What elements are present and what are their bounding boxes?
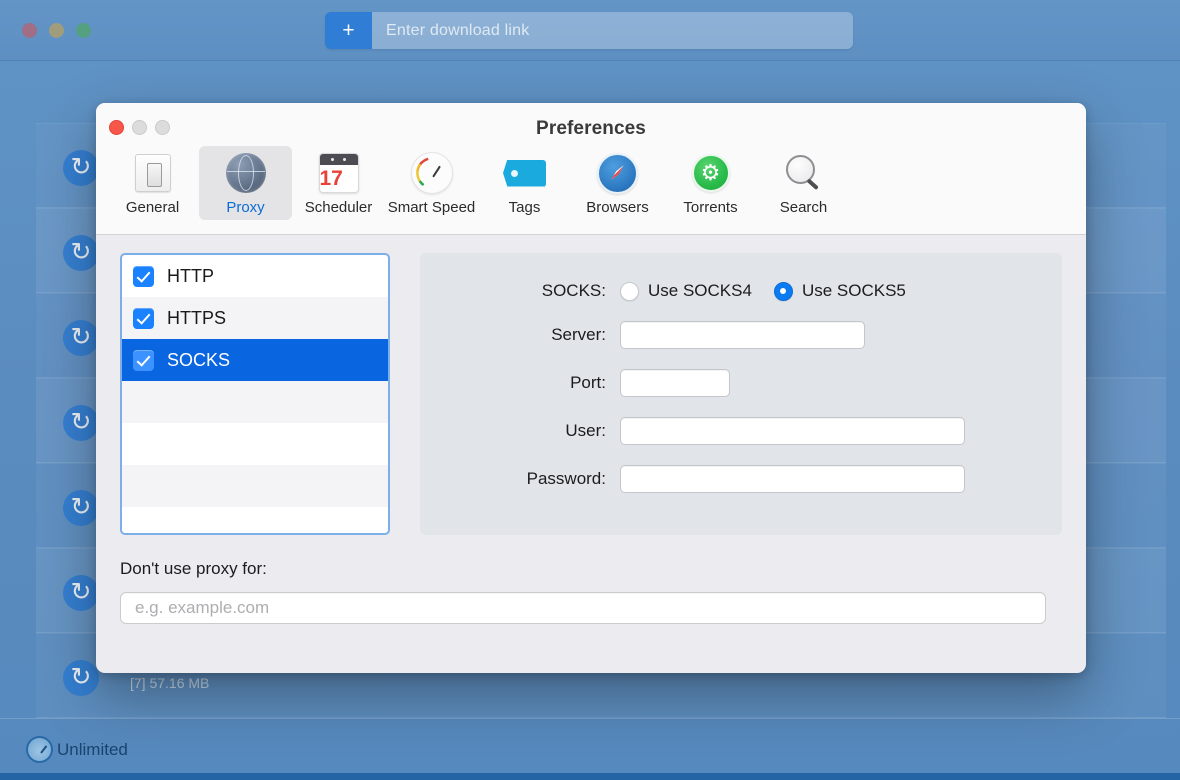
socks-version-row: SOCKS: Use SOCKS4 Use SOCKS5 [420, 281, 1032, 301]
radio-icon-selected[interactable] [774, 282, 793, 301]
tab-label: Browsers [586, 199, 649, 216]
socks-label: SOCKS: [420, 281, 620, 301]
radio-socks4[interactable]: Use SOCKS4 [620, 281, 752, 301]
restart-icon[interactable] [63, 150, 99, 186]
list-item-label: HTTPS [167, 308, 226, 329]
restart-icon[interactable] [63, 405, 99, 441]
checkbox-icon[interactable] [133, 350, 154, 371]
zoom-icon[interactable] [76, 23, 91, 38]
download-link-input[interactable]: Enter download link [372, 12, 853, 49]
tab-label: Torrents [683, 199, 737, 216]
restart-icon[interactable] [63, 320, 99, 356]
preferences-body: HTTP HTTPS SOCKS SOCKS: [96, 235, 1086, 673]
tab-search[interactable]: Search [757, 146, 850, 220]
tab-smart-speed[interactable]: Smart Speed [385, 146, 478, 220]
list-item-label: SOCKS [167, 350, 230, 371]
proxy-type-list[interactable]: HTTP HTTPS SOCKS [120, 253, 390, 535]
tab-torrents[interactable]: Torrents [664, 146, 757, 220]
socks-version-radio-group[interactable]: Use SOCKS4 Use SOCKS5 [620, 281, 906, 301]
app-titlebar: + Enter download link [0, 0, 1180, 61]
list-item[interactable]: HTTP [122, 255, 388, 297]
bypass-input[interactable]: e.g. example.com [120, 592, 1046, 624]
proxy-settings-panel: SOCKS: Use SOCKS4 Use SOCKS5 Server: [420, 253, 1062, 535]
checkbox-icon[interactable] [133, 266, 154, 287]
globe-icon [223, 151, 269, 195]
user-row: User: [420, 417, 1032, 445]
user-label: User: [420, 421, 620, 441]
tab-browsers[interactable]: Browsers [571, 146, 664, 220]
bypass-label: Don't use proxy for: [120, 559, 1062, 579]
app-statusbar: Unlimited [0, 718, 1180, 780]
list-item-empty [122, 381, 388, 423]
list-item-label: HTTP [167, 266, 214, 287]
plus-icon[interactable]: + [325, 12, 372, 49]
speedometer-icon[interactable] [26, 736, 53, 763]
tab-label: Scheduler [305, 199, 373, 216]
tab-tags[interactable]: Tags [478, 146, 571, 220]
port-row: Port: [420, 369, 1032, 397]
magnifier-icon [781, 151, 827, 195]
tag-icon [502, 151, 548, 195]
download-link-bar[interactable]: + Enter download link [325, 12, 853, 49]
restart-icon[interactable] [63, 490, 99, 526]
list-item-empty [122, 507, 388, 535]
port-input[interactable] [620, 369, 730, 397]
switch-icon [130, 151, 176, 195]
preferences-header: Preferences General Proxy 17 [96, 103, 1086, 235]
radio-label: Use SOCKS5 [802, 281, 906, 301]
tab-scheduler[interactable]: 17 Scheduler [292, 146, 385, 220]
tab-label: General [126, 199, 179, 216]
radio-socks5[interactable]: Use SOCKS5 [774, 281, 906, 301]
restart-icon[interactable] [63, 660, 99, 696]
server-label: Server: [420, 325, 620, 345]
password-label: Password: [420, 469, 620, 489]
gauge-icon [409, 151, 455, 195]
password-row: Password: [420, 465, 1032, 493]
list-item-empty [122, 423, 388, 465]
user-input[interactable] [620, 417, 965, 445]
server-input[interactable] [620, 321, 865, 349]
password-input[interactable] [620, 465, 965, 493]
app-traffic-lights[interactable] [22, 23, 91, 38]
radio-icon[interactable] [620, 282, 639, 301]
preferences-dialog: Preferences General Proxy 17 [96, 103, 1086, 673]
download-size-label: [7] 57.16 MB [130, 675, 209, 691]
green-gear-icon [688, 151, 734, 195]
bypass-section: Don't use proxy for: e.g. example.com [120, 559, 1062, 624]
tab-label: Search [780, 199, 828, 216]
dialog-title: Preferences [96, 118, 1086, 140]
speed-limit-label[interactable]: Unlimited [57, 740, 128, 760]
restart-icon[interactable] [63, 235, 99, 271]
preferences-toolbar: General Proxy 17 Scheduler [106, 146, 850, 220]
window-bottom-strip [0, 773, 1180, 780]
restart-icon[interactable] [63, 575, 99, 611]
radio-label: Use SOCKS4 [648, 281, 752, 301]
list-item[interactable]: HTTPS [122, 297, 388, 339]
list-item-empty [122, 465, 388, 507]
compass-icon [595, 151, 641, 195]
server-row: Server: [420, 321, 1032, 349]
close-icon[interactable] [22, 23, 37, 38]
tab-proxy[interactable]: Proxy [199, 146, 292, 220]
checkbox-icon[interactable] [133, 308, 154, 329]
minimize-icon[interactable] [49, 23, 64, 38]
list-item[interactable]: SOCKS [122, 339, 388, 381]
tab-general[interactable]: General [106, 146, 199, 220]
calendar-day-number: 17 [320, 167, 343, 190]
tab-label: Tags [509, 199, 541, 216]
tab-label: Smart Speed [388, 199, 476, 216]
port-label: Port: [420, 373, 620, 393]
calendar-icon: 17 [316, 151, 362, 195]
tab-label: Proxy [226, 199, 264, 216]
